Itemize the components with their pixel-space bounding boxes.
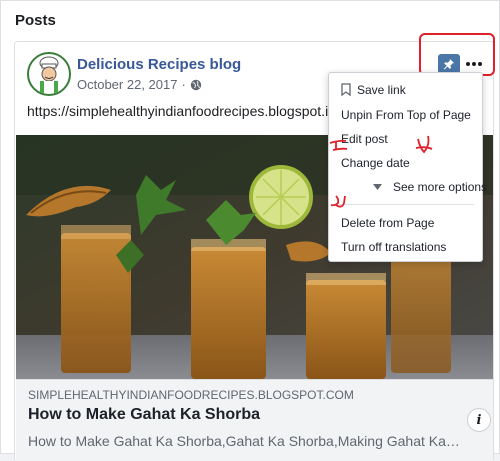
menu-item-change-date[interactable]: Change date bbox=[341, 156, 410, 170]
menu-item-turn-off-translations[interactable]: Turn off translations bbox=[341, 240, 446, 254]
menu-item-edit-post[interactable]: Edit post bbox=[341, 132, 388, 146]
dot-icon bbox=[466, 62, 470, 66]
menu-item-unpin[interactable]: Unpin From Top of Page bbox=[341, 108, 471, 122]
menu-divider bbox=[339, 204, 474, 205]
link-preview[interactable]: SIMPLEHEALTHYINDIANFOODRECIPES.BLOGSPOT.… bbox=[16, 379, 493, 461]
pin-button[interactable] bbox=[438, 54, 460, 74]
menu-item-save-link[interactable]: Save link bbox=[357, 83, 406, 97]
dot-icon bbox=[472, 62, 476, 66]
globe-icon[interactable] bbox=[190, 79, 202, 91]
triangle-down-icon bbox=[373, 184, 382, 190]
menu-item-see-more[interactable]: See more options bbox=[393, 180, 487, 194]
post-date[interactable]: October 22, 2017 bbox=[77, 77, 177, 92]
preview-description: How to Make Gahat Ka Shorba,Gahat Ka Sho… bbox=[28, 433, 458, 449]
dot-icon bbox=[478, 62, 482, 66]
post-link[interactable]: https://simplehealthyindianfoodrecipes.b… bbox=[27, 103, 357, 119]
menu-item-delete[interactable]: Delete from Page bbox=[341, 216, 434, 230]
post-meta: October 22, 2017 · bbox=[77, 77, 202, 92]
post-options-menu: Save link Unpin From Top of Page Edit po… bbox=[328, 72, 487, 262]
preview-domain: SIMPLEHEALTHYINDIANFOODRECIPES.BLOGSPOT.… bbox=[28, 388, 354, 402]
page-avatar[interactable] bbox=[27, 52, 71, 96]
page-name-link[interactable]: Delicious Recipes blog bbox=[77, 56, 241, 73]
section-title: Posts bbox=[15, 12, 56, 29]
pin-icon bbox=[443, 59, 454, 70]
meta-separator: · bbox=[181, 77, 186, 92]
preview-title[interactable]: How to Make Gahat Ka Shorba bbox=[28, 406, 260, 424]
more-options-button[interactable] bbox=[463, 54, 485, 74]
info-icon[interactable]: i bbox=[467, 408, 491, 432]
bookmark-icon bbox=[341, 83, 351, 96]
